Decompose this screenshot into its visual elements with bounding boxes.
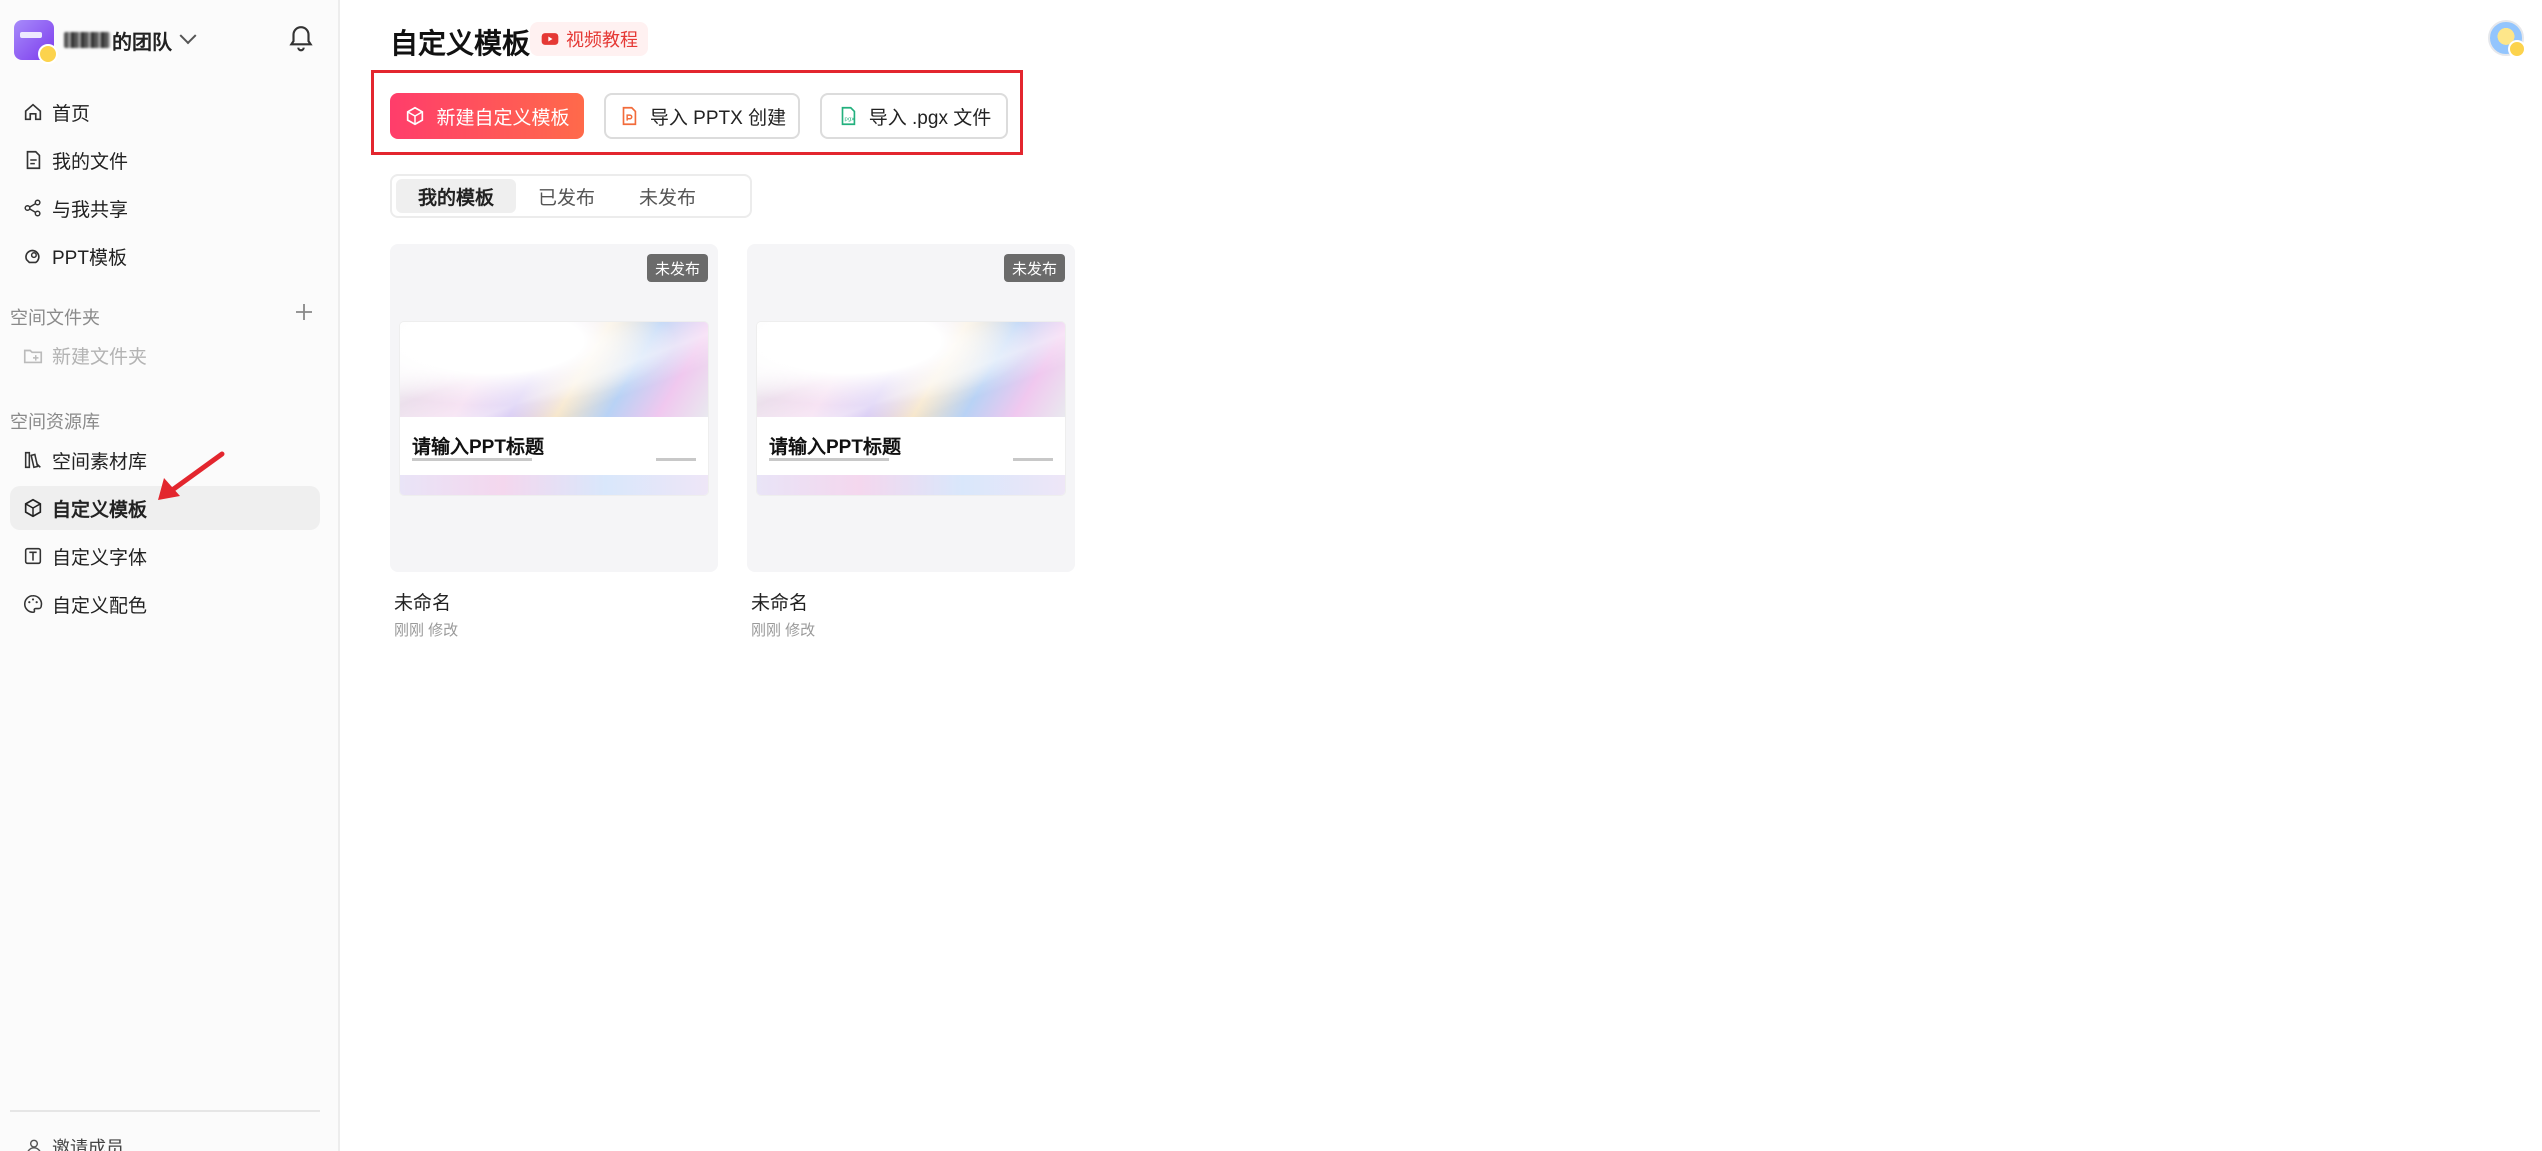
import-pptx-button[interactable]: 导入 PPTX 创建 (604, 93, 800, 139)
cube-plus-icon (407, 106, 424, 126)
template-card[interactable]: 未发布 请输入PPT标题 未命名 刚刚 修改 (747, 244, 1075, 640)
space-library-label: 空间资源库 (10, 412, 100, 432)
thumbnail-title: 请输入PPT标题 (412, 437, 544, 458)
template-name: 未命名 (751, 593, 809, 614)
svg-text:pgx: pgx (844, 117, 855, 123)
status-badge: 未发布 (1003, 254, 1065, 282)
tab-published[interactable]: 已发布 (516, 179, 617, 213)
nav-item-shared[interactable]: 与我共享 (10, 186, 320, 230)
material-icon (24, 451, 41, 469)
home-icon (24, 103, 42, 121)
blurred-team-name (64, 32, 110, 48)
template-icon (25, 249, 40, 264)
template-tabs: 我的模板 已发布 未发布 (390, 174, 752, 218)
import-pgx-label: 导入 .pgx 文件 (868, 107, 992, 129)
nav-label: 我的文件 (52, 151, 129, 173)
thumbnail-title: 请输入PPT标题 (769, 437, 901, 458)
nav-label: 自定义模板 (52, 499, 148, 521)
template-card[interactable]: 未发布 请输入PPT标题 未命名 刚刚 修改 (390, 244, 718, 640)
thumbnail-gradient (400, 322, 708, 417)
video-play-icon (541, 33, 559, 45)
template-name: 未命名 (394, 593, 452, 614)
bell-icon[interactable] (288, 24, 314, 54)
palette-icon (24, 594, 43, 614)
team-switcher[interactable]: 的团队 (14, 18, 197, 64)
font-icon (24, 547, 42, 565)
nav-label: 空间素材库 (52, 451, 148, 473)
nav-label: 与我共享 (52, 199, 129, 221)
nav-label: 首页 (52, 103, 91, 125)
team-logo (14, 20, 58, 64)
tab-my-templates[interactable]: 我的模板 (396, 179, 517, 213)
template-modified-time: 刚刚 修改 (751, 622, 816, 639)
thumbnail-gradient (757, 322, 1065, 417)
cube-icon (24, 498, 42, 518)
space-folder-label: 空间文件夹 (10, 308, 100, 328)
new-custom-template-button[interactable]: 新建自定义模板 (390, 93, 584, 139)
nav-label: PPT模板 (52, 247, 127, 269)
nav-item-home[interactable]: 首页 (10, 90, 320, 134)
thumbnail-footer (400, 475, 708, 495)
chevron-down-icon (179, 27, 197, 45)
template-card-preview[interactable]: 未发布 请输入PPT标题 (747, 244, 1075, 572)
main-nav: 首页 我的文件 与我共享 PPT模板 (10, 90, 320, 282)
template-modified-time: 刚刚 修改 (394, 622, 459, 639)
import-pgx-button[interactable]: pgx 导入 .pgx 文件 (820, 93, 1008, 139)
thumbnail-footer (757, 475, 1065, 495)
nav-item-ppt-templates[interactable]: PPT模板 (10, 234, 320, 278)
nav-item-my-files[interactable]: 我的文件 (10, 138, 320, 182)
folder-add-icon (23, 349, 43, 363)
new-folder-label: 新建文件夹 (52, 347, 148, 368)
nav-item-custom-fonts[interactable]: 自定义字体 (10, 534, 320, 578)
pptx-file-icon (622, 106, 637, 126)
plus-icon[interactable] (292, 300, 316, 324)
team-name: 的团队 (64, 26, 197, 55)
nav-label: 自定义配色 (52, 595, 148, 617)
thumbnail-subtitle-line (412, 458, 532, 461)
pgx-file-icon: pgx (841, 106, 855, 126)
video-tutorial-link[interactable]: 视频教程 (530, 22, 648, 56)
user-avatar[interactable] (2488, 20, 2526, 58)
import-pptx-label: 导入 PPTX 创建 (649, 107, 787, 129)
new-folder-button[interactable]: 新建文件夹 (22, 342, 147, 369)
tab-unpublished[interactable]: 未发布 (617, 179, 718, 213)
invite-label: 邀请成员 (52, 1138, 124, 1151)
template-card-preview[interactable]: 未发布 请输入PPT标题 (390, 244, 718, 572)
team-name-suffix: 的团队 (112, 31, 172, 54)
page-title: 自定义模板 (390, 28, 531, 59)
thumbnail-subtitle-line (769, 458, 889, 461)
nav-item-custom-colors[interactable]: 自定义配色 (10, 582, 320, 626)
nav-label: 自定义字体 (52, 547, 148, 569)
sidebar-divider (10, 1110, 320, 1112)
template-thumbnail: 请输入PPT标题 (400, 322, 708, 495)
share-icon (24, 199, 41, 217)
status-badge: 未发布 (646, 254, 708, 282)
video-tutorial-label: 视频教程 (566, 30, 638, 50)
invite-members-button[interactable]: 邀请成员 (24, 1134, 124, 1151)
thumbnail-author-line (656, 458, 696, 461)
annotation-arrow-icon (158, 451, 225, 500)
user-icon (27, 1139, 41, 1151)
template-thumbnail: 请输入PPT标题 (757, 322, 1065, 495)
thumbnail-author-line (1013, 458, 1053, 461)
new-template-label: 新建自定义模板 (436, 107, 570, 129)
file-icon (26, 150, 41, 170)
sidebar: 的团队 首页 我的文件 与我共享 PPT模板 空间文件夹 新建文件夹 空间资源库 (0, 0, 340, 1151)
